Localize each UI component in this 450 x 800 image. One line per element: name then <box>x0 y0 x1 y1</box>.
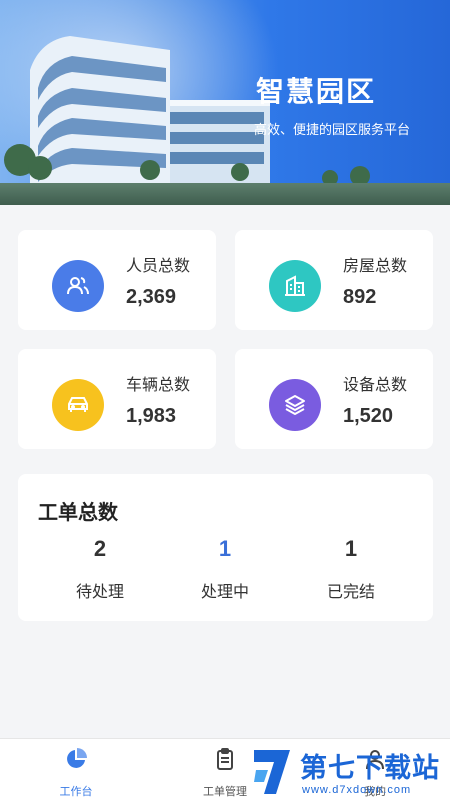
order-count: 1 <box>344 536 358 561</box>
stat-card-houses[interactable]: 房屋总数 892 <box>235 230 433 330</box>
building-icon <box>269 260 321 312</box>
work-orders-title: 工单总数 <box>38 502 118 524</box>
order-completed[interactable]: 1 已完结 <box>291 536 411 602</box>
work-orders-card: 工单总数 2 待处理 1 处理中 1 已完结 <box>18 474 433 621</box>
tab-label: 工作台 <box>59 786 93 798</box>
tab-workbench[interactable]: 工作台 <box>26 739 126 800</box>
stat-label: 设备总数 <box>343 377 408 394</box>
watermark-text: 第七下载站 <box>300 753 440 783</box>
order-count: 2 <box>93 536 107 561</box>
ground <box>0 183 450 205</box>
stat-value: 1,520 <box>343 405 394 427</box>
people-icon <box>52 260 104 312</box>
car-icon <box>52 379 104 431</box>
stat-value: 892 <box>343 286 377 308</box>
stat-card-vehicles[interactable]: 车辆总数 1,983 <box>18 349 216 449</box>
stat-value: 2,369 <box>126 286 177 308</box>
layers-icon <box>269 379 321 431</box>
stat-card-devices[interactable]: 设备总数 1,520 <box>235 349 433 449</box>
stat-value: 1,983 <box>126 405 177 427</box>
order-processing[interactable]: 1 处理中 <box>165 536 285 602</box>
app-subtitle: 高效、便捷的园区服务平台 <box>254 122 411 137</box>
order-pending[interactable]: 2 待处理 <box>40 536 160 602</box>
stat-label: 人员总数 <box>126 258 191 275</box>
watermark: 第七下载站 www.d7xdown.com <box>248 744 450 800</box>
order-count: 1 <box>218 536 232 561</box>
watermark-url: www.d7xdown.com <box>302 784 412 796</box>
header-banner: 智慧园区 高效、便捷的园区服务平台 <box>0 0 450 205</box>
order-label: 已完结 <box>326 584 375 601</box>
clipboard-icon <box>217 748 233 770</box>
stat-card-people[interactable]: 人员总数 2,369 <box>18 230 216 330</box>
app-title: 智慧园区 <box>256 76 377 107</box>
stat-label: 房屋总数 <box>343 258 408 275</box>
order-label: 处理中 <box>200 584 249 601</box>
order-label: 待处理 <box>75 584 124 601</box>
stat-label: 车辆总数 <box>126 377 191 394</box>
pie-chart-icon <box>67 748 87 768</box>
watermark-logo-icon <box>254 750 290 794</box>
